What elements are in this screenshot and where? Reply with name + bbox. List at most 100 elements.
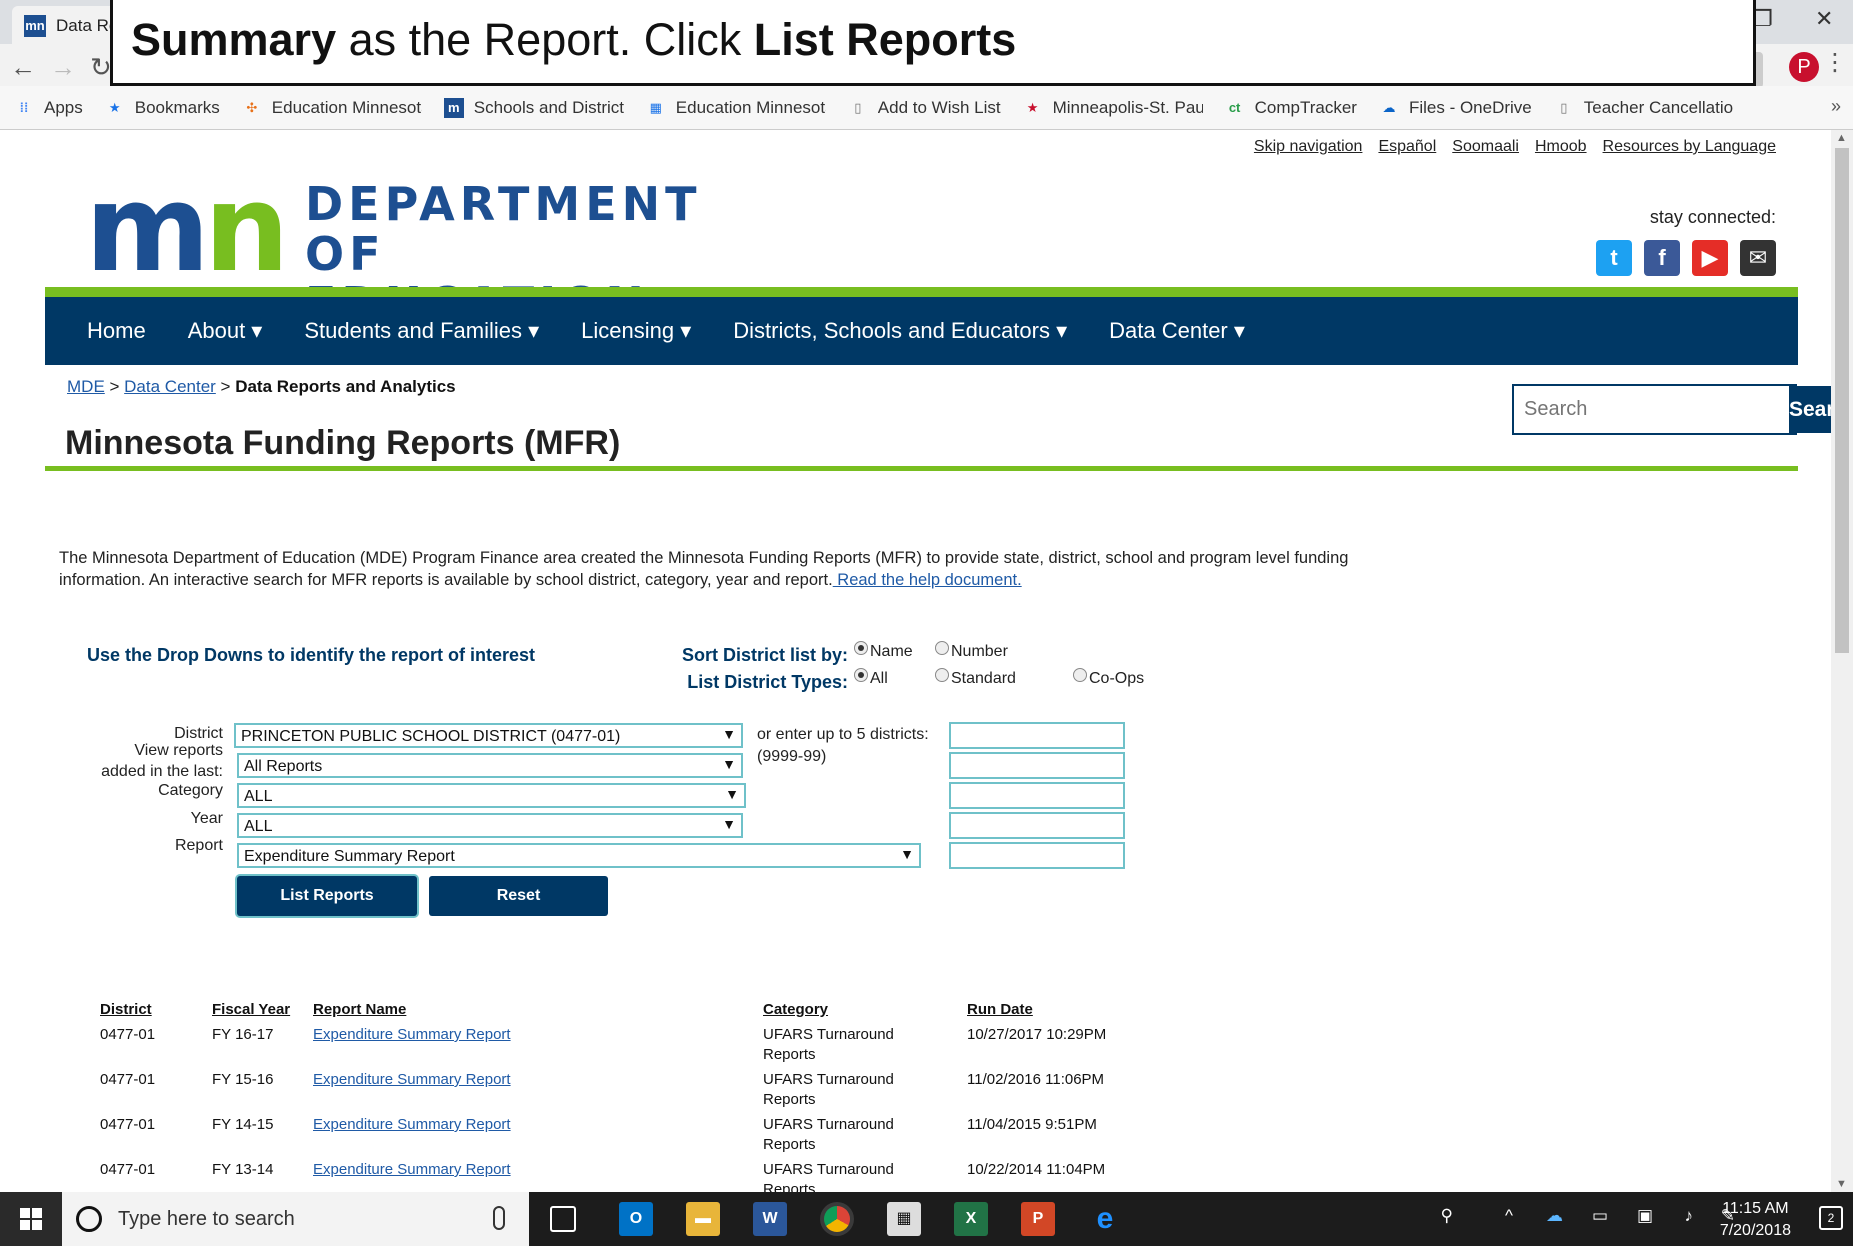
utility-link[interactable]: Hmoob: [1535, 138, 1587, 156]
utility-link[interactable]: Español: [1378, 138, 1436, 156]
col-header-district[interactable]: District: [100, 1001, 152, 1018]
report-link[interactable]: Expenditure Summary Report: [313, 1026, 511, 1043]
district-number-input-4[interactable]: [949, 812, 1125, 839]
people-icon[interactable]: ⚲: [1441, 1206, 1453, 1226]
district-select[interactable]: PRINCETON PUBLIC SCHOOL DISTRICT (0477-0…: [234, 723, 743, 748]
nav-item[interactable]: Home: [87, 318, 146, 344]
sort-number-radio[interactable]: Number: [935, 641, 1008, 661]
nav-item[interactable]: Data Center ▾: [1109, 318, 1245, 344]
page-scrollbar[interactable]: ▲ ▼: [1831, 130, 1853, 1192]
type-standard-radio[interactable]: Standard: [935, 668, 1016, 688]
notifications-icon[interactable]: 2: [1819, 1206, 1843, 1230]
bookmark-item[interactable]: ★ Bookmarks: [105, 98, 220, 118]
radio-label: Co-Ops: [1089, 670, 1145, 687]
onedrive-icon[interactable]: ☁: [1546, 1206, 1563, 1226]
report-link[interactable]: Expenditure Summary Report: [313, 1116, 511, 1133]
category-select[interactable]: ALL ▼: [237, 783, 746, 808]
file-explorer-icon[interactable]: ▬: [686, 1202, 720, 1236]
start-button[interactable]: [0, 1192, 62, 1246]
report-link[interactable]: Expenditure Summary Report: [313, 1161, 511, 1178]
task-view-icon[interactable]: [550, 1206, 576, 1232]
bookmark-item[interactable]: m Schools and Districts: [443, 97, 624, 118]
district-number-input-1[interactable]: [949, 722, 1125, 749]
dropdown-arrow-icon: ▼: [722, 726, 736, 742]
facebook-icon[interactable]: f: [1644, 240, 1680, 276]
radio-label: Standard: [951, 670, 1016, 687]
district-number-input-5[interactable]: [949, 842, 1125, 869]
network-icon[interactable]: ▣: [1637, 1206, 1653, 1226]
reset-button[interactable]: Reset: [429, 876, 608, 916]
radio-icon: [935, 668, 949, 682]
bookmark-item[interactable]: ✣ Education Minnesota: [242, 98, 421, 118]
breadcrumb-current: Data Reports and Analytics: [235, 377, 456, 396]
email-icon[interactable]: ✉: [1740, 240, 1776, 276]
taskbar-search[interactable]: Type here to search: [62, 1192, 529, 1246]
forward-icon[interactable]: →: [50, 52, 90, 82]
table-icon: ▦: [649, 99, 662, 115]
type-all-radio[interactable]: All: [854, 668, 888, 688]
scroll-down-icon[interactable]: ▼: [1836, 1178, 1847, 1190]
bookmark-item[interactable]: ▦ Education Minnesota: [646, 98, 826, 118]
battery-icon[interactable]: ▭: [1592, 1206, 1608, 1226]
table-cell-district: 0477-01: [100, 1116, 156, 1133]
breadcrumb-separator: >: [104, 377, 125, 396]
edge-icon[interactable]: e: [1088, 1202, 1122, 1236]
scrollbar-thumb[interactable]: [1835, 148, 1849, 653]
back-icon[interactable]: ←: [10, 52, 50, 82]
col-header-report-name[interactable]: Report Name: [313, 1001, 406, 1018]
breadcrumb-data-center-link[interactable]: Data Center: [124, 377, 216, 396]
nav-item[interactable]: About ▾: [188, 318, 263, 344]
excel-icon[interactable]: X: [954, 1202, 988, 1236]
district-number-input-3[interactable]: [949, 782, 1125, 809]
pinterest-icon[interactable]: P: [1789, 52, 1819, 82]
browser-menu-icon[interactable]: ⋮: [1823, 48, 1847, 77]
district-number-input-2[interactable]: [949, 752, 1125, 779]
close-icon[interactable]: ✕: [1815, 6, 1833, 32]
nav-item[interactable]: Students and Families ▾: [304, 318, 539, 344]
bookmark-item[interactable]: ct CompTracker: [1225, 98, 1357, 118]
volume-icon[interactable]: ♪: [1685, 1206, 1694, 1226]
calculator-icon[interactable]: ▦: [887, 1202, 921, 1236]
table-cell-district: 0477-01: [100, 1026, 156, 1043]
youtube-icon[interactable]: ▶: [1692, 240, 1728, 276]
type-coops-radio[interactable]: Co-Ops: [1073, 668, 1145, 688]
outlook-icon[interactable]: O: [619, 1202, 653, 1236]
powerpoint-icon[interactable]: P: [1021, 1202, 1055, 1236]
twitter-icon[interactable]: t: [1596, 240, 1632, 276]
nav-item[interactable]: Licensing ▾: [581, 318, 691, 344]
bookmark-item[interactable]: ★ Minneapolis-St. Paul: [1023, 98, 1203, 118]
col-header-category[interactable]: Category: [763, 1001, 828, 1018]
red-star-icon: ★: [1026, 99, 1039, 115]
utility-link[interactable]: Skip navigation: [1254, 138, 1363, 156]
word-icon[interactable]: W: [753, 1202, 787, 1236]
microphone-icon[interactable]: [493, 1206, 505, 1230]
utility-link[interactable]: Soomaali: [1452, 138, 1519, 156]
nav-item[interactable]: Districts, Schools and Educators ▾: [733, 318, 1067, 344]
dropdowns-heading: Use the Drop Downs to identify the repor…: [87, 645, 536, 665]
search-input[interactable]: [1514, 386, 1789, 433]
breadcrumb-mde-link[interactable]: MDE: [67, 377, 105, 396]
sort-name-radio[interactable]: Name: [854, 641, 913, 661]
utility-link[interactable]: Resources by Language: [1603, 138, 1776, 156]
scroll-up-icon[interactable]: ▲: [1836, 132, 1847, 144]
view-reports-select[interactable]: All Reports ▼: [237, 753, 743, 778]
types-label: List District Types:: [687, 672, 848, 692]
bookmark-item[interactable]: ⁞⁞ Apps: [14, 98, 83, 118]
bookmark-item[interactable]: ☁ Files - OneDrive: [1379, 98, 1531, 118]
list-reports-button[interactable]: List Reports: [237, 876, 417, 916]
col-header-run-date[interactable]: Run Date: [967, 1001, 1033, 1018]
more-bookmarks-icon[interactable]: »: [1831, 96, 1841, 117]
report-select[interactable]: Expenditure Summary Report ▼: [237, 843, 921, 868]
report-link[interactable]: Expenditure Summary Report: [313, 1071, 511, 1088]
dropdown-arrow-icon: ▼: [900, 846, 914, 862]
browser-tab[interactable]: mn Data Re: [12, 6, 122, 44]
chrome-icon[interactable]: [820, 1202, 854, 1236]
show-hidden-icons[interactable]: ^: [1505, 1206, 1513, 1226]
bookmark-item[interactable]: ▯ Add to Wish List: [848, 98, 1000, 118]
year-select[interactable]: ALL ▼: [237, 813, 743, 838]
col-header-fiscal-year[interactable]: Fiscal Year: [212, 1001, 290, 1018]
help-document-link[interactable]: Read the help document.: [833, 571, 1021, 589]
bookmark-item[interactable]: ▯ Teacher Cancellation: [1554, 98, 1734, 118]
clock[interactable]: 11:15 AM 7/20/2018: [1720, 1198, 1791, 1242]
mde-logo[interactable]: mn DEPARTMENT OF EDUCATION: [85, 170, 715, 330]
